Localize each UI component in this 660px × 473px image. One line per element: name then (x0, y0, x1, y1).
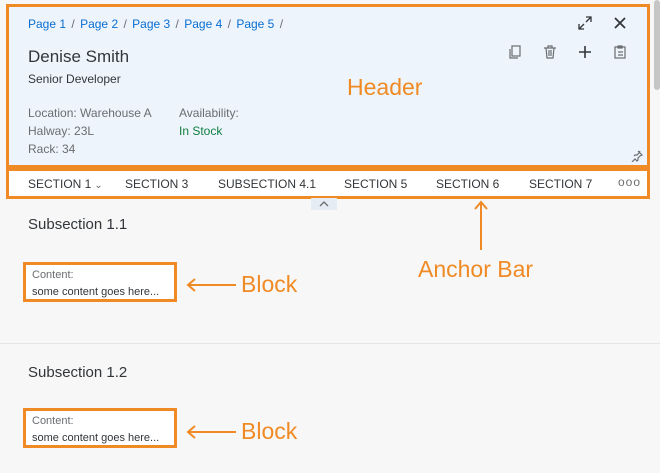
anchor-bar-arrow (474, 200, 488, 250)
block-annotation: Block (241, 271, 298, 297)
breadcrumb-page-5[interactable]: Page 5 (236, 17, 274, 31)
breadcrumb: Page 1 / Page 2 / Page 3 / Page 4 / Page… (28, 17, 285, 31)
anchor-section-5[interactable]: SECTION 5 (344, 177, 407, 191)
block-value: some content goes here... (32, 432, 160, 444)
header-annotation: Header (347, 74, 423, 100)
object-page-header: Page 1 / Page 2 / Page 3 / Page 4 / Page… (6, 4, 650, 168)
page-title: Denise Smith (28, 47, 130, 66)
availability-status: In Stock (179, 124, 223, 138)
block-value: some content goes here... (32, 286, 160, 298)
copy-icon[interactable] (506, 43, 524, 61)
subsection-title: Subsection 1.1 (28, 216, 128, 233)
breadcrumb-separator: / (279, 17, 284, 31)
page-subtitle: Senior Developer (28, 72, 121, 86)
section-divider (0, 343, 660, 344)
anchor-bar: SECTION 1 ⌄ SECTION 3 SUBSECTION 4.1 SECT… (6, 168, 650, 199)
block-label: Content: (32, 415, 74, 427)
close-icon[interactable] (611, 14, 629, 32)
anchor-section-6[interactable]: SECTION 6 (436, 177, 499, 191)
content-block: Content: some content goes here... (23, 408, 177, 448)
overflow-icon[interactable]: ooo (618, 175, 641, 189)
expand-icon[interactable] (576, 14, 594, 32)
block-label: Content: (32, 269, 74, 281)
content-block: Content: some content goes here... (23, 262, 177, 302)
anchor-label: SECTION 1 (28, 177, 92, 191)
availability-label: Availability: (179, 106, 239, 120)
breadcrumb-separator: / (175, 17, 179, 31)
attribute-rack: Rack: 34 (28, 142, 76, 156)
subsection-title: Subsection 1.2 (28, 364, 128, 381)
breadcrumb-page-4[interactable]: Page 4 (184, 17, 222, 31)
attribute-halway: Halway: 23L (28, 124, 95, 138)
anchor-section-7[interactable]: SECTION 7 (529, 177, 592, 191)
chevron-down-icon[interactable]: ⌄ (94, 180, 102, 191)
pin-icon[interactable] (631, 149, 645, 163)
breadcrumb-page-1[interactable]: Page 1 (28, 17, 66, 31)
breadcrumb-separator: / (227, 17, 231, 31)
collapse-header-button[interactable] (311, 198, 337, 210)
block-annotation: Block (241, 418, 298, 444)
delete-icon[interactable] (541, 43, 559, 61)
breadcrumb-separator: / (71, 17, 75, 31)
add-icon[interactable] (576, 43, 594, 61)
breadcrumb-separator: / (123, 17, 127, 31)
paste-icon[interactable] (611, 43, 629, 61)
availability-attribute: Availability: In Stock (179, 104, 239, 140)
breadcrumb-page-3[interactable]: Page 3 (132, 17, 170, 31)
scrollbar[interactable] (654, 0, 660, 90)
attribute-location: Location: Warehouse A (28, 106, 152, 120)
anchor-subsection-4-1[interactable]: SUBSECTION 4.1 (218, 177, 316, 191)
breadcrumb-page-2[interactable]: Page 2 (80, 17, 118, 31)
block-arrow (186, 278, 236, 292)
anchor-bar-annotation: Anchor Bar (418, 256, 534, 282)
anchor-section-3[interactable]: SECTION 3 (125, 177, 188, 191)
anchor-section-1[interactable]: SECTION 1 ⌄ (28, 177, 103, 191)
location-attributes: Location: Warehouse A Halway: 23L Rack: … (28, 104, 152, 158)
block-arrow (186, 425, 236, 439)
